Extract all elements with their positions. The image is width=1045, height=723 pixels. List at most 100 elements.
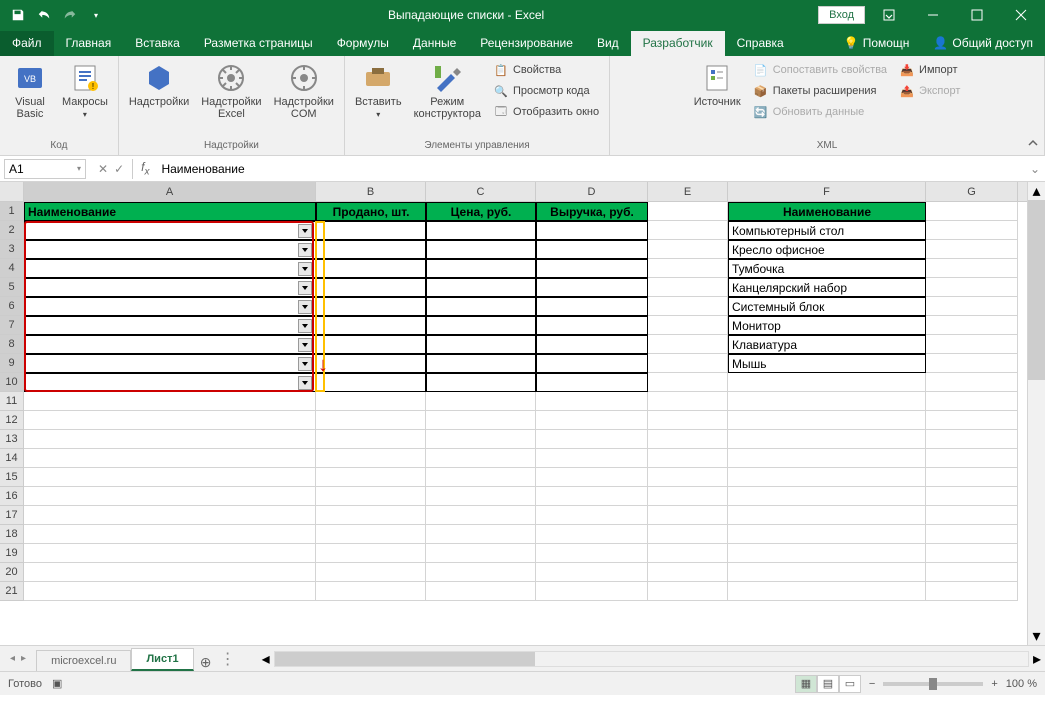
refresh-data-button[interactable]: 🔄Обновить данные — [749, 102, 891, 122]
cell-A7[interactable] — [24, 316, 316, 335]
cell-C5[interactable] — [426, 278, 536, 297]
cell-D15[interactable] — [536, 468, 648, 487]
cell-B1[interactable]: Продано, шт. — [316, 202, 426, 221]
row-header-1[interactable]: 1 — [0, 202, 24, 221]
cell-D20[interactable] — [536, 563, 648, 582]
cell-G21[interactable] — [926, 582, 1018, 601]
cell-B3[interactable] — [316, 240, 426, 259]
cell-E2[interactable] — [648, 221, 728, 240]
cell-C17[interactable] — [426, 506, 536, 525]
cell-C15[interactable] — [426, 468, 536, 487]
combo-dropdown-icon[interactable] — [298, 319, 312, 333]
row-header-3[interactable]: 3 — [0, 240, 24, 259]
row-header-16[interactable]: 16 — [0, 487, 24, 506]
cell-G9[interactable] — [926, 354, 1018, 373]
run-dialog-button[interactable]: 🗔Отобразить окно — [489, 102, 603, 122]
cell-D7[interactable] — [536, 316, 648, 335]
cell-B13[interactable] — [316, 430, 426, 449]
accept-formula-icon[interactable]: ✓ — [114, 162, 124, 176]
cell-D4[interactable] — [536, 259, 648, 278]
cell-C1[interactable]: Цена, руб. — [426, 202, 536, 221]
cell-F11[interactable] — [728, 392, 926, 411]
insert-control-button[interactable]: Вставить ▾ — [351, 60, 406, 121]
cell-A5[interactable] — [24, 278, 316, 297]
cell-B21[interactable] — [316, 582, 426, 601]
cell-F9[interactable]: Мышь — [728, 354, 926, 373]
combo-dropdown-icon[interactable] — [298, 300, 312, 314]
row-header-14[interactable]: 14 — [0, 449, 24, 468]
combo-dropdown-icon[interactable] — [298, 281, 312, 295]
column-header-B[interactable]: B — [316, 182, 426, 201]
select-all-corner[interactable] — [0, 182, 24, 202]
cell-E9[interactable] — [648, 354, 728, 373]
cell-G3[interactable] — [926, 240, 1018, 259]
cell-D17[interactable] — [536, 506, 648, 525]
cell-G11[interactable] — [926, 392, 1018, 411]
macros-button[interactable]: ! Макросы ▾ — [58, 60, 112, 121]
cell-E5[interactable] — [648, 278, 728, 297]
addins-button[interactable]: Надстройки — [125, 60, 193, 110]
scroll-down-icon[interactable]: ▾ — [1028, 627, 1045, 645]
maximize-icon[interactable] — [957, 1, 997, 29]
cell-E14[interactable] — [648, 449, 728, 468]
cell-C18[interactable] — [426, 525, 536, 544]
login-button[interactable]: Вход — [818, 6, 865, 24]
cell-F12[interactable] — [728, 411, 926, 430]
cell-E7[interactable] — [648, 316, 728, 335]
cell-E1[interactable] — [648, 202, 728, 221]
row-header-7[interactable]: 7 — [0, 316, 24, 335]
formula-input[interactable]: Наименование — [157, 162, 1025, 176]
combo-dropdown-icon[interactable] — [298, 338, 312, 352]
fx-icon[interactable]: fx — [133, 160, 157, 177]
expansion-packs-button[interactable]: 📦Пакеты расширения — [749, 81, 891, 101]
cell-F21[interactable] — [728, 582, 926, 601]
combo-dropdown-icon[interactable] — [298, 243, 312, 257]
column-header-A[interactable]: A — [24, 182, 316, 201]
cell-G19[interactable] — [926, 544, 1018, 563]
cell-B17[interactable] — [316, 506, 426, 525]
name-box[interactable]: A1 ▾ — [4, 159, 86, 179]
scroll-up-icon[interactable]: ▴ — [1028, 182, 1045, 200]
com-addins-button[interactable]: Надстройки COM — [270, 60, 338, 122]
cell-F10[interactable] — [728, 373, 926, 392]
cell-A13[interactable] — [24, 430, 316, 449]
row-header-5[interactable]: 5 — [0, 278, 24, 297]
map-properties-button[interactable]: 📄Сопоставить свойства — [749, 60, 891, 80]
cell-C12[interactable] — [426, 411, 536, 430]
collapse-ribbon-icon[interactable] — [1025, 135, 1041, 151]
cell-A19[interactable] — [24, 544, 316, 563]
cell-B6[interactable] — [316, 297, 426, 316]
cell-A17[interactable] — [24, 506, 316, 525]
cell-A20[interactable] — [24, 563, 316, 582]
cell-A10[interactable] — [24, 373, 316, 392]
cell-C21[interactable] — [426, 582, 536, 601]
tab-developer[interactable]: Разработчик — [631, 31, 725, 56]
cell-A2[interactable] — [24, 221, 316, 240]
cell-D2[interactable] — [536, 221, 648, 240]
cell-F19[interactable] — [728, 544, 926, 563]
cell-C2[interactable] — [426, 221, 536, 240]
cell-G20[interactable] — [926, 563, 1018, 582]
cell-E18[interactable] — [648, 525, 728, 544]
pagebreak-view-button[interactable]: ▭ — [839, 675, 861, 693]
cell-D9[interactable] — [536, 354, 648, 373]
tab-pagelayout[interactable]: Разметка страницы — [192, 31, 325, 56]
cell-F1[interactable]: Наименование — [728, 202, 926, 221]
cell-E11[interactable] — [648, 392, 728, 411]
cell-B9[interactable] — [316, 354, 426, 373]
row-header-9[interactable]: 9 — [0, 354, 24, 373]
cell-G13[interactable] — [926, 430, 1018, 449]
tab-home[interactable]: Главная — [54, 31, 124, 56]
cell-B14[interactable] — [316, 449, 426, 468]
combo-dropdown-icon[interactable] — [298, 376, 312, 390]
cell-G6[interactable] — [926, 297, 1018, 316]
scroll-left-icon[interactable]: ◂ — [258, 650, 274, 668]
visual-basic-button[interactable]: VB Visual Basic — [6, 60, 54, 122]
cell-C4[interactable] — [426, 259, 536, 278]
cell-A8[interactable] — [24, 335, 316, 354]
cell-C11[interactable] — [426, 392, 536, 411]
cell-C8[interactable] — [426, 335, 536, 354]
zoom-level[interactable]: 100 % — [1006, 678, 1037, 690]
cell-F5[interactable]: Канцелярский набор — [728, 278, 926, 297]
cell-D6[interactable] — [536, 297, 648, 316]
